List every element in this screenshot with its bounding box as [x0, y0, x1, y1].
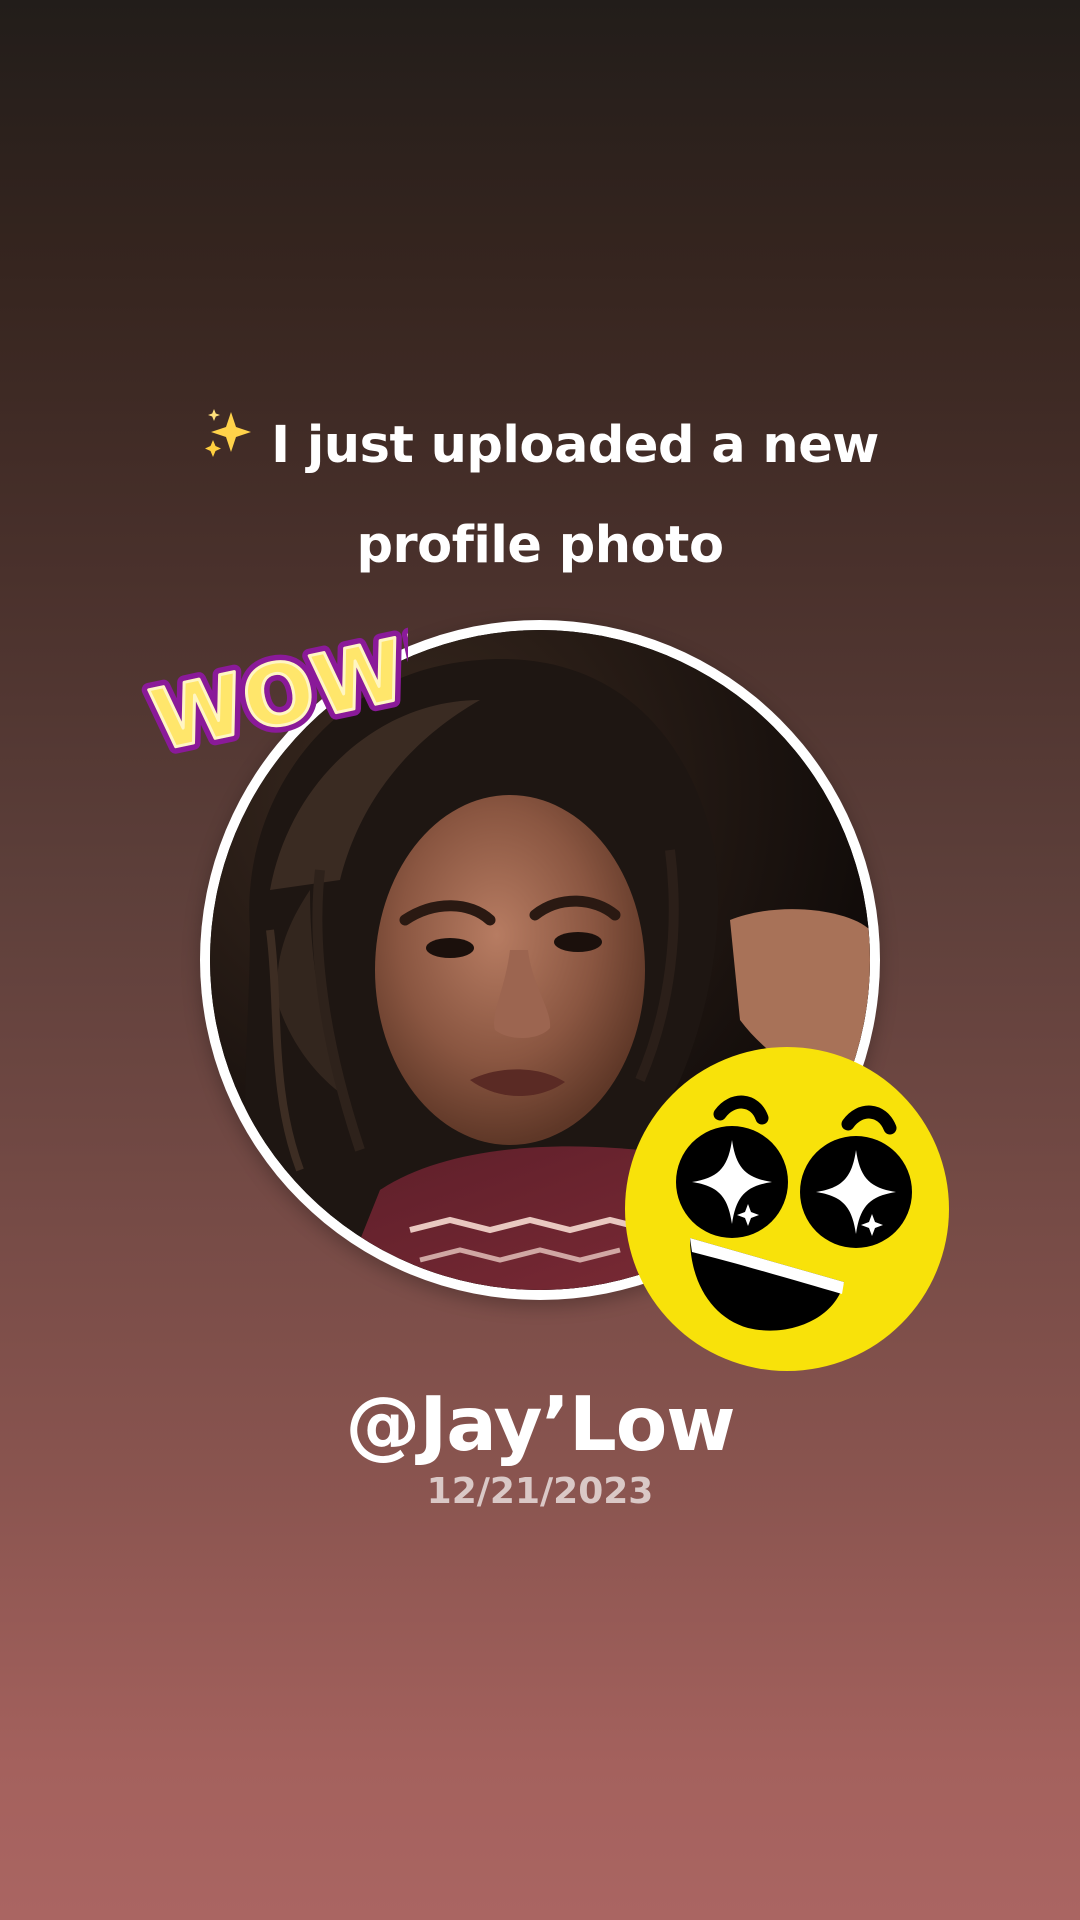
star-struck-emoji-sticker	[620, 1042, 954, 1376]
sparkles-icon	[201, 394, 255, 494]
headline: I just uploaded a new profile photo	[140, 396, 940, 596]
wow-sticker: WOW! WOW!	[128, 576, 459, 777]
headline-text-1: I just uploaded a new	[271, 416, 879, 475]
wow-sticker-text: WOW!	[143, 613, 408, 770]
headline-line-1: I just uploaded a new	[140, 396, 940, 496]
username: @Jay’Low	[345, 1380, 735, 1468]
upload-date: 12/21/2023	[426, 1471, 654, 1512]
